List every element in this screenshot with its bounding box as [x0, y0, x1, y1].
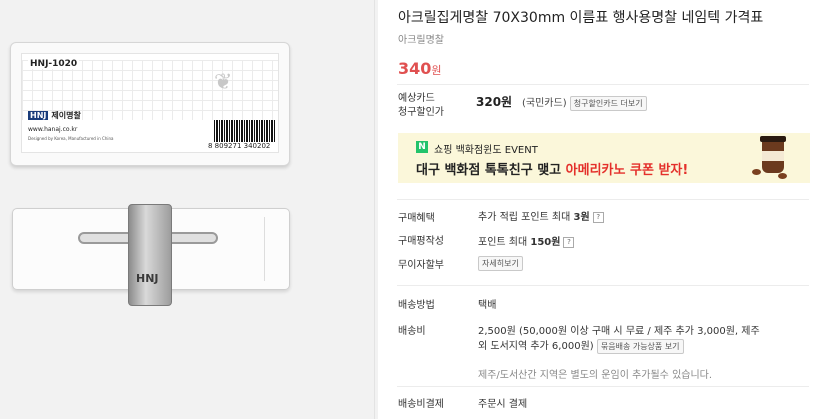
cup-band: [762, 151, 784, 161]
metal-clip-icon: [128, 204, 172, 306]
coffee-bean-icon: [752, 169, 761, 175]
review-benefit-value-text: 포인트 최대: [478, 237, 528, 248]
product-image-area: HNJ-1020 ❦ HNJ 제이명찰 www.hanaj.co.kr Desig…: [0, 0, 378, 419]
divider-line: [397, 285, 809, 286]
nametag-logo-mark: HNJ: [28, 111, 49, 120]
card-discount-price: 320원: [476, 95, 513, 109]
nametag-logo-text: 제이명찰: [51, 111, 81, 120]
shipping-fee-label: 배송비: [398, 326, 426, 337]
event-banner[interactable]: N 쇼핑 백화점윈도 EVENT 대구 백화점 톡톡친구 맺고 아메리카노 쿠폰…: [398, 133, 810, 183]
nametag-slot: [264, 217, 289, 281]
card-discount-label-1: 예상카드: [398, 93, 435, 104]
benefit-label: 구매혜택: [398, 213, 435, 224]
shipping-method-value: 택배: [478, 300, 497, 311]
nametag-model-code: HNJ-1020: [28, 59, 80, 69]
barcode-number: 8 809271 340202: [208, 142, 271, 150]
card-name-text: (국민카드): [522, 98, 567, 109]
shipping-payment-label: 배송비결제: [398, 399, 444, 410]
review-benefit-label: 구매평작성: [398, 236, 444, 247]
divider-line: [397, 199, 809, 200]
product-price: 340원: [398, 59, 442, 78]
naver-logo-icon: N: [416, 141, 428, 153]
shipping-method-label: 배송방법: [398, 300, 435, 311]
divider-line: [397, 84, 809, 85]
banner-line1: 쇼핑 백화점윈도 EVENT: [434, 145, 538, 156]
clip-mark: HNJ: [136, 272, 159, 285]
help-icon[interactable]: ?: [592, 211, 604, 223]
coffee-bean-icon: [778, 173, 787, 179]
leaf-decoration-icon: ❦: [214, 70, 233, 95]
card-discount-more-button[interactable]: 청구할인카드 더보기: [569, 96, 647, 111]
card-name: (국민카드) 청구할인카드 더보기: [522, 94, 647, 111]
shipping-fee-line1: 2,500원 (50,000원 이상 구매 시 무료 / 제주 추가 3,000…: [478, 326, 760, 337]
shipping-payment-value: 주문시 결제: [478, 399, 528, 410]
product-category[interactable]: 아크릴명찰: [398, 31, 444, 46]
review-benefit-amount: 150원: [530, 237, 561, 248]
product-title: 아크릴집게명찰 70X30mm 이름표 행사용명찰 네임텍 가격표: [398, 10, 764, 26]
banner-highlight: 아메리카노 쿠폰 받자!: [565, 163, 689, 178]
benefit-value-text: 추가 적립 포인트 최대: [478, 212, 571, 223]
panel-divider: [374, 0, 375, 419]
card-discount-label-2: 청구할인가: [398, 107, 444, 118]
installment-detail-button[interactable]: 자세히보기: [478, 256, 523, 271]
installment-value: 자세히보기: [478, 256, 523, 271]
coffee-cup-icon: [760, 136, 786, 173]
price-unit: 원: [431, 64, 442, 77]
cup-lid: [760, 136, 786, 142]
bundle-shipping-button[interactable]: 묶음배송 가능상품 보기: [596, 339, 684, 354]
help-icon[interactable]: ?: [563, 236, 575, 248]
nametag-logo: HNJ 제이명찰: [28, 110, 81, 121]
price-amount: 340: [398, 59, 432, 78]
nametag-front-image: HNJ-1020 ❦ HNJ 제이명찰 www.hanaj.co.kr Desig…: [10, 42, 290, 166]
benefit-value-amount: 3원: [573, 212, 590, 223]
benefit-value: 추가 적립 포인트 최대 3원?: [478, 208, 604, 223]
shipping-notice: 제주/도서산간 지역은 별도의 운임이 추가될수 있습니다.: [478, 370, 713, 381]
nametag-insert: HNJ-1020 ❦ HNJ 제이명찰 www.hanaj.co.kr Desig…: [21, 53, 279, 153]
shipping-fee-line2: 외 도서지역 추가 6,000원): [478, 341, 594, 352]
nametag-fine-print: Designed by Korea, Manufactured in China: [28, 136, 114, 141]
barcode-icon: [214, 120, 276, 142]
divider-line: [397, 386, 809, 387]
shipping-fee-line2-row: 외 도서지역 추가 6,000원) 묶음배송 가능상품 보기: [478, 337, 684, 354]
banner-line2-prefix: 대구 백화점 톡톡친구 맺고: [416, 163, 566, 178]
review-benefit-value: 포인트 최대 150원?: [478, 233, 575, 248]
installment-label: 무이자할부: [398, 260, 444, 271]
nametag-site: www.hanaj.co.kr: [28, 126, 78, 133]
banner-line2: 대구 백화점 톡톡친구 맺고 아메리카노 쿠폰 받자!: [416, 159, 688, 178]
